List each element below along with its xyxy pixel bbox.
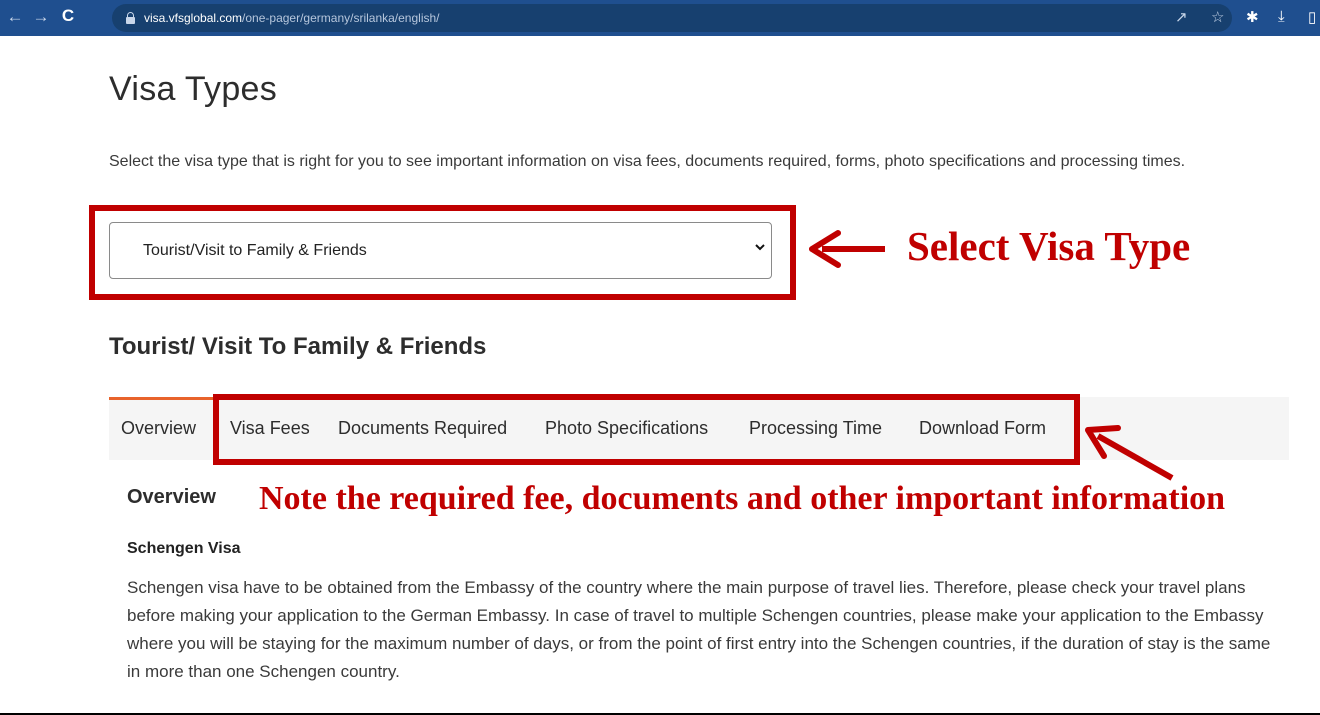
schengen-visa-heading: Schengen Visa (127, 540, 241, 557)
url-text: visa.vfsglobal.com/one-pager/germany/sri… (144, 11, 440, 25)
overview-heading: Overview (127, 486, 216, 508)
tabs-highlight-box (213, 394, 1080, 465)
extensions-puzzle-icon[interactable]: ✱ (1246, 8, 1259, 26)
bookmark-star-icon[interactable]: ☆ (1211, 8, 1224, 26)
url-path: /one-pager/germany/srilanka/english/ (242, 11, 440, 25)
reload-icon[interactable]: C (57, 6, 79, 26)
page-title: Visa Types (109, 70, 278, 108)
browser-toolbar: ← → C visa.vfsglobal.com/one-pager/germa… (0, 0, 1320, 36)
back-arrow-icon[interactable]: ← (4, 7, 26, 27)
left-arrow-icon (809, 230, 885, 268)
side-panel-icon[interactable]: ▯ (1308, 8, 1316, 26)
screenshot-frame: ← → C visa.vfsglobal.com/one-pager/germa… (0, 0, 1320, 715)
forward-arrow-icon[interactable]: → (30, 7, 52, 27)
note-annotation: Note the required fee, documents and oth… (259, 480, 1226, 517)
section-title: Tourist/ Visit To Family & Friends (109, 333, 487, 360)
schengen-visa-text: Schengen visa have to be obtained from t… (127, 578, 1271, 681)
share-icon[interactable]: ↗ (1175, 8, 1188, 26)
intro-text: Select the visa type that is right for y… (109, 153, 1186, 170)
lock-icon (126, 12, 135, 24)
tab-overview[interactable]: Overview (121, 418, 196, 439)
download-icon[interactable]: ⤓ (1278, 8, 1285, 25)
url-host: visa.vfsglobal.com (144, 11, 243, 25)
address-bar[interactable]: visa.vfsglobal.com/one-pager/germany/sri… (112, 4, 1232, 32)
select-visa-type-annotation: Select Visa Type (907, 223, 1191, 269)
active-tab-indicator (109, 397, 214, 400)
select-highlight-box (89, 205, 796, 300)
